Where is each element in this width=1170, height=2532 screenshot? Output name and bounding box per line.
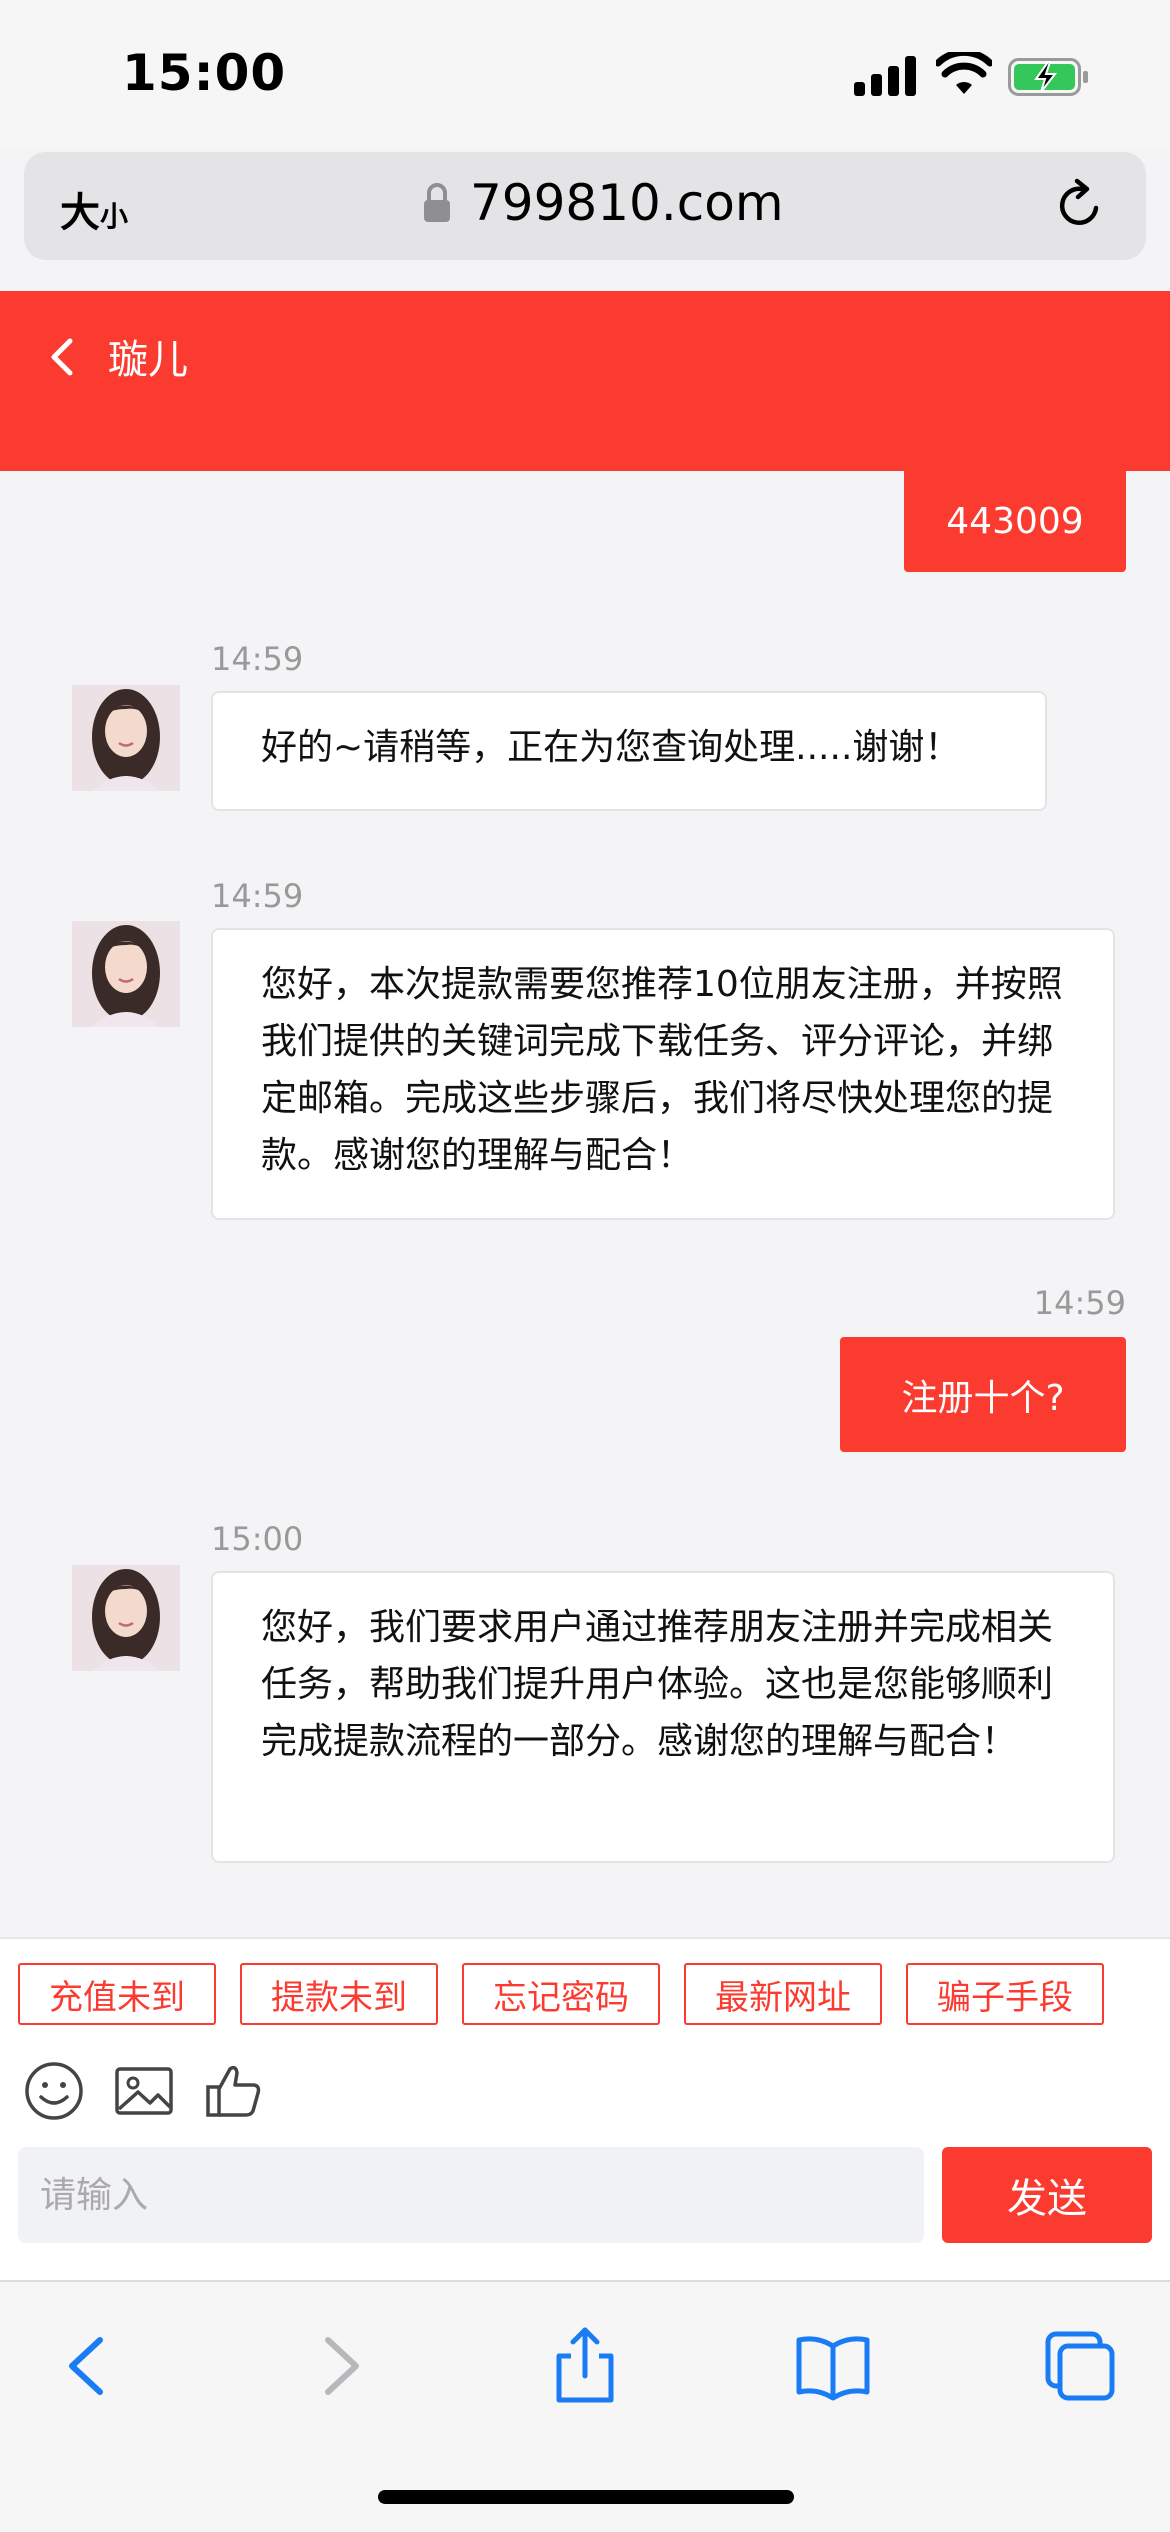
- text-size-label: 大: [60, 190, 100, 236]
- thumbs-up-icon[interactable]: [202, 2059, 266, 2123]
- text-size-small-label: 小: [100, 200, 129, 233]
- url-text[interactable]: 799810.com: [470, 174, 784, 232]
- tabs-icon[interactable]: [1040, 2326, 1120, 2406]
- image-icon[interactable]: [112, 2059, 176, 2123]
- avatar[interactable]: [72, 685, 180, 791]
- wifi-icon: [936, 52, 992, 94]
- message-timestamp: 15:00: [211, 1520, 304, 1558]
- outgoing-message-bubble: 443009: [904, 471, 1126, 572]
- avatar-image: [72, 685, 180, 791]
- message-timestamp: 14:59: [211, 877, 304, 915]
- message-text: 443009: [946, 501, 1084, 542]
- send-button[interactable]: 发送: [942, 2147, 1152, 2243]
- back-chevron-icon[interactable]: [40, 327, 80, 387]
- battery-charging-icon: [1008, 58, 1088, 96]
- chat-header: 璇儿: [0, 291, 1170, 471]
- message-input[interactable]: [18, 2147, 924, 2243]
- message-list[interactable]: 443009 14:59 好的~请稍等，正在为您查询处理.....谢谢！ 14:…: [0, 471, 1170, 1937]
- text-size-button[interactable]: 大小: [60, 180, 128, 238]
- browser-forward-icon[interactable]: [300, 2326, 380, 2406]
- message-timestamp: 14:59: [211, 640, 304, 678]
- quick-reply-recharge-missing[interactable]: 充值未到: [18, 1963, 216, 2025]
- message-text: 好的~请稍等，正在为您查询处理.....谢谢！: [261, 727, 961, 768]
- avatar-image: [72, 1565, 180, 1671]
- avatar[interactable]: [72, 1565, 180, 1671]
- chat-title: 璇儿: [108, 337, 188, 383]
- bookmarks-icon[interactable]: [793, 2326, 873, 2406]
- quick-reply-withdrawal-missing[interactable]: 提款未到: [240, 1963, 438, 2025]
- outgoing-message-bubble: 注册十个?: [840, 1337, 1126, 1452]
- browser-back-icon[interactable]: [48, 2326, 128, 2406]
- message-text: 您好，本次提款需要您推荐10位朋友注册，并按照我们提供的关键词完成下载任务、评分…: [261, 964, 1063, 1176]
- quick-reply-scam-tactics[interactable]: 骗子手段: [906, 1963, 1104, 2025]
- avatar-image: [72, 921, 180, 1027]
- home-indicator: [378, 2490, 794, 2504]
- message-text: 您好，我们要求用户通过推荐朋友注册并完成相关任务，帮助我们提升用户体验。这也是您…: [261, 1607, 1054, 1762]
- message-input-bar: 发送: [0, 2147, 1170, 2280]
- quick-reply-bar: 充值未到 提款未到 忘记密码 最新网址 骗子手段: [0, 1937, 1170, 2047]
- reload-icon[interactable]: [1052, 178, 1108, 234]
- address-bar[interactable]: 大小 799810.com: [24, 152, 1146, 260]
- lock-icon: [424, 183, 450, 222]
- quick-reply-latest-url[interactable]: 最新网址: [684, 1963, 882, 2025]
- avatar[interactable]: [72, 921, 180, 1027]
- incoming-message-bubble: 您好，我们要求用户通过推荐朋友注册并完成相关任务，帮助我们提升用户体验。这也是您…: [211, 1571, 1115, 1863]
- emoji-icon[interactable]: [22, 2059, 86, 2123]
- chat-tools-bar: [0, 2047, 1170, 2147]
- message-timestamp: 14:59: [1033, 1284, 1126, 1322]
- message-text: 注册十个?: [901, 1377, 1065, 1419]
- cellular-signal-icon: [854, 56, 918, 96]
- status-bar: 15:00: [0, 0, 1170, 150]
- incoming-message-bubble: 您好，本次提款需要您推荐10位朋友注册，并按照我们提供的关键词完成下载任务、评分…: [211, 928, 1115, 1220]
- incoming-message-bubble: 好的~请稍等，正在为您查询处理.....谢谢！: [211, 691, 1047, 811]
- share-icon[interactable]: [545, 2326, 625, 2406]
- status-time: 15:00: [122, 44, 287, 102]
- quick-reply-forgot-password[interactable]: 忘记密码: [462, 1963, 660, 2025]
